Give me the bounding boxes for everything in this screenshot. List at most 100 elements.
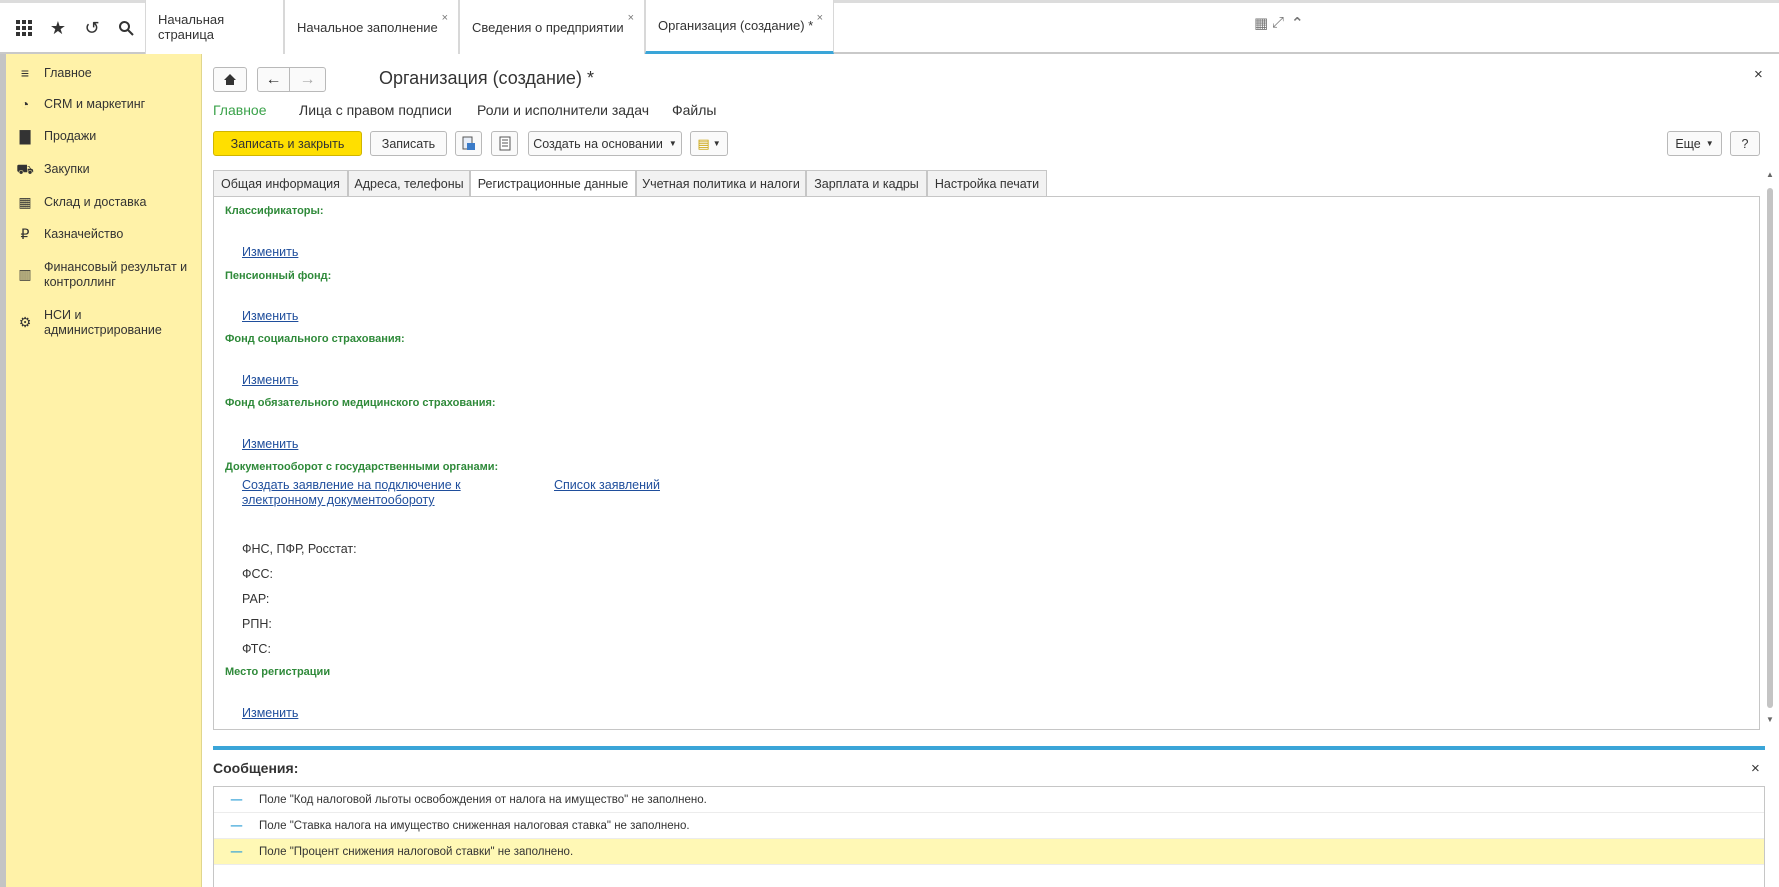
change-social-link[interactable]: Изменить	[242, 373, 298, 387]
sidebar-item-sales[interactable]: ▇ Продажи	[6, 129, 202, 144]
sidebar-item-admin[interactable]: ⚙ НСИ и администрирование	[6, 308, 202, 338]
more-button[interactable]: Еще ▼	[1667, 131, 1722, 156]
apps-grid-icon[interactable]	[8, 10, 40, 46]
change-pension-link[interactable]: Изменить	[242, 309, 298, 323]
agency-fns-pfr-rosstat: ФНС, ПФР, Росстат:	[242, 542, 357, 556]
home-button[interactable]	[213, 67, 247, 92]
sidebar-item-finance[interactable]: ▥ Финансовый результат и контроллинг	[6, 260, 202, 290]
forward-button[interactable]: →	[289, 67, 326, 92]
scroll-down-icon[interactable]: ▼	[1766, 715, 1774, 724]
change-registration-link[interactable]: Изменить	[242, 706, 298, 720]
tab-addresses-phones[interactable]: Адреса, телефоны	[348, 170, 470, 197]
section-registration-place: Место регистрации	[225, 666, 331, 678]
scrollbar-thumb[interactable]	[1767, 188, 1773, 708]
sidebar-item-label: Склад и доставка	[44, 195, 147, 209]
tab-general-info[interactable]: Общая информация	[213, 170, 348, 197]
search-icon[interactable]	[110, 10, 142, 46]
message-text: Поле "Процент снижения налоговой ставки"…	[259, 845, 574, 858]
bag-icon: ▇	[19, 128, 31, 144]
sidebar: ≡ Главное ◔ CRM и маркетинг ▇ Продажи ⛟ …	[0, 54, 202, 887]
tab-company-info[interactable]: Сведения о предприятии ×	[459, 0, 645, 54]
sidebar-item-label: Закупки	[44, 162, 90, 176]
sidebar-item-crm[interactable]: ◔ CRM и маркетинг	[6, 97, 202, 112]
create-based-on-label: Создать на основании	[533, 136, 663, 151]
print-form-icon: ▤	[697, 135, 710, 151]
message-dash-icon: —	[230, 819, 243, 832]
back-button[interactable]: ←	[257, 67, 290, 92]
tab-organization-create[interactable]: Организация (создание) * ×	[645, 0, 834, 54]
chevron-down-icon: ▼	[712, 139, 721, 148]
tab-close-icon[interactable]: ×	[442, 12, 448, 24]
scroll-up-icon[interactable]: ▲	[1766, 170, 1774, 179]
tab-close-icon[interactable]: ×	[817, 12, 823, 24]
sidebar-item-main[interactable]: ≡ Главное	[6, 66, 202, 81]
sidebar-item-purchases[interactable]: ⛟ Закупки	[6, 162, 202, 177]
message-row[interactable]: — Поле "Ставка налога на имущество сниже…	[214, 813, 1764, 839]
close-form-icon[interactable]: ×	[1754, 66, 1763, 83]
message-row-selected[interactable]: — Поле "Процент снижения налоговой ставк…	[214, 839, 1764, 865]
save-button[interactable]: Записать	[370, 131, 447, 156]
sidebar-item-label: Главное	[44, 66, 92, 80]
nav-tab-main[interactable]: Главное	[213, 102, 267, 118]
grid-layout-icon[interactable]: ▦	[1254, 14, 1268, 32]
sidebar-item-warehouse[interactable]: ▦ Склад и доставка	[6, 195, 202, 210]
messages-title: Сообщения:	[213, 760, 299, 776]
create-based-on-button[interactable]: Создать на основании ▼	[528, 131, 682, 156]
help-button[interactable]: ?	[1730, 131, 1760, 156]
tab-registration-data[interactable]: Регистрационные данные	[470, 170, 636, 198]
message-dash-icon: —	[230, 845, 243, 858]
change-medical-link[interactable]: Изменить	[242, 437, 298, 451]
collapse-up-icon[interactable]: ⌃	[1291, 14, 1304, 32]
messages-list: — Поле "Код налоговой льготы освобождени…	[213, 786, 1765, 887]
message-row[interactable]: — Поле "Код налоговой льготы освобождени…	[214, 787, 1764, 813]
nav-tab-roles[interactable]: Роли и исполнители задач	[477, 102, 649, 118]
warehouse-grid-icon: ▦	[18, 194, 32, 210]
tab-label: Сведения о предприятии	[472, 19, 624, 35]
nav-tab-signatories[interactable]: Лица с правом подписи	[299, 102, 452, 118]
tab-home-page[interactable]: Начальная страница	[145, 0, 284, 54]
expand-icon[interactable]: ⤢	[1272, 14, 1284, 31]
sidebar-item-label: CRM и маркетинг	[44, 97, 146, 111]
nav-tab-files[interactable]: Файлы	[672, 102, 716, 118]
sidebar-item-treasury[interactable]: ₽ Казначейство	[6, 227, 202, 242]
ruble-icon: ₽	[20, 226, 30, 242]
agency-fss: ФСС:	[242, 567, 274, 581]
top-bar: ★ ↺ Начальная страница Начальное заполне…	[0, 0, 1779, 54]
agency-rar: РАР:	[242, 592, 270, 606]
agency-rpn: РПН:	[242, 617, 272, 631]
agency-fts: ФТС:	[242, 642, 271, 656]
document-print-icon[interactable]	[455, 131, 482, 156]
chevron-down-icon: ▼	[668, 139, 677, 148]
sidebar-item-label: Продажи	[44, 129, 97, 143]
tab-salary-hr[interactable]: Зарплата и кадры	[806, 170, 927, 197]
save-and-close-button[interactable]: Записать и закрыть	[213, 131, 362, 156]
tab-initial-fill[interactable]: Начальное заполнение ×	[284, 0, 459, 54]
menu-lines-icon: ≡	[20, 65, 30, 81]
history-icon[interactable]: ↺	[76, 10, 108, 46]
tab-label: Начальная страница	[158, 12, 225, 42]
messages-separator	[213, 746, 1765, 750]
tab-label: Начальное заполнение	[297, 19, 438, 35]
sidebar-item-label: Казначейство	[44, 227, 124, 241]
favorites-star-icon[interactable]: ★	[42, 10, 74, 46]
attach-print-button[interactable]: ▤ ▼	[690, 131, 728, 156]
sidebar-item-label: НСИ и администрирование	[44, 308, 162, 337]
tab-label: Организация (создание) *	[658, 18, 814, 33]
sidebar-item-label: Финансовый результат и контроллинг	[44, 260, 188, 289]
tab-close-icon[interactable]: ×	[628, 12, 634, 24]
applications-list-link[interactable]: Список заявлений	[554, 478, 660, 492]
change-classifiers-link[interactable]: Изменить	[242, 245, 298, 259]
vertical-scrollbar[interactable]: ▲ ▼	[1765, 170, 1775, 730]
arrow-right-icon: →	[299, 70, 316, 88]
create-edoc-application-link[interactable]: Создать заявление на подключение к элект…	[242, 478, 542, 508]
section-docflow: Документооборот с государственными орган…	[225, 461, 499, 473]
section-pension-fund: Пенсионный фонд:	[225, 270, 332, 282]
message-text: Поле "Код налоговой льготы освобождения …	[259, 793, 707, 806]
more-label: Еще	[1675, 136, 1701, 151]
report-icon[interactable]	[491, 131, 518, 156]
close-messages-icon[interactable]: ×	[1751, 760, 1760, 777]
tab-accounting-policy[interactable]: Учетная политика и налоги	[636, 170, 806, 197]
page-title: Организация (создание) *	[379, 68, 594, 88]
message-text: Поле "Ставка налога на имущество сниженн…	[259, 819, 690, 832]
tab-print-settings[interactable]: Настройка печати	[927, 170, 1047, 197]
